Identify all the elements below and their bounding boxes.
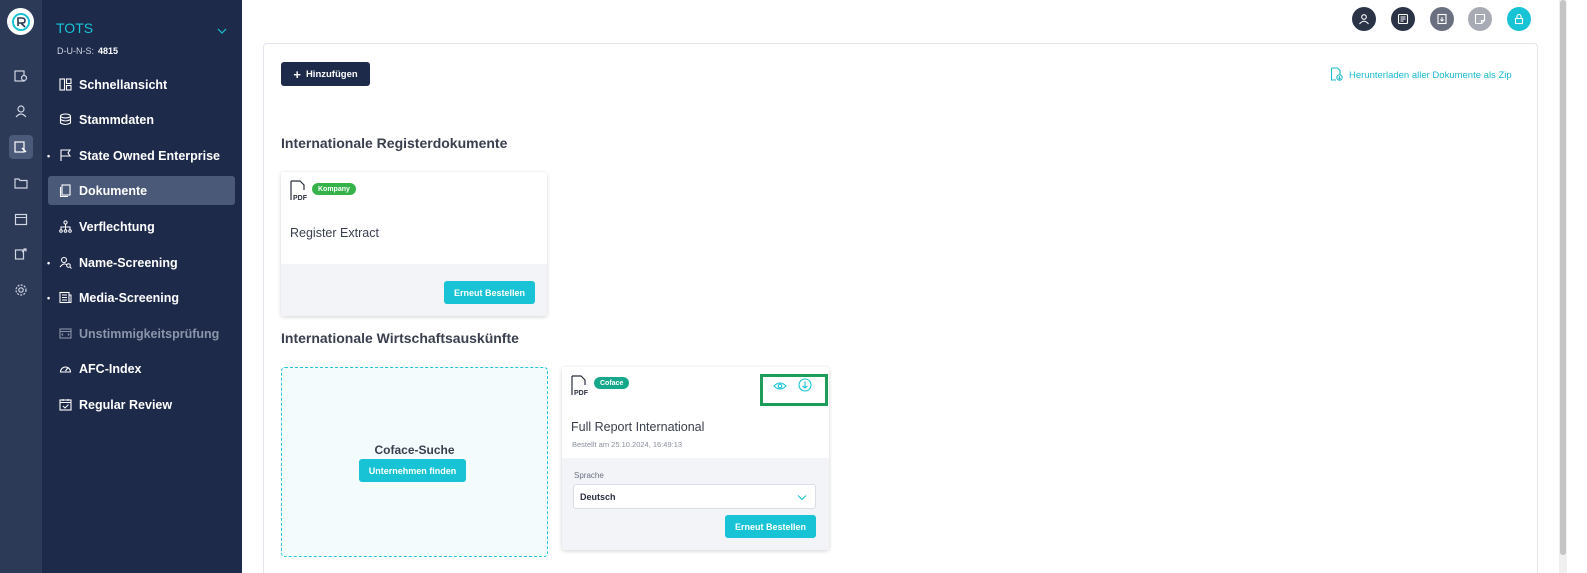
sidebar-item-label: Name-Screening bbox=[79, 255, 178, 270]
pdf-file-icon: PDF bbox=[570, 375, 590, 402]
hierarchy-icon bbox=[57, 219, 73, 235]
export-icon[interactable] bbox=[9, 242, 33, 266]
duns-number: D-U-N-S: 4815 bbox=[57, 46, 118, 56]
expand-dot-icon: • bbox=[47, 150, 51, 161]
register-extract-card: PDF Kompany Register Extract Erneut Best… bbox=[281, 172, 547, 316]
sidebar-item-state-owned-enterprise[interactable]: • State Owned Enterprise bbox=[47, 141, 235, 170]
add-document-button[interactable]: + Hinzufügen bbox=[281, 62, 370, 86]
sidebar-item-label: Unstimmigkeitsprüfung bbox=[79, 326, 220, 341]
sidebar-item-name-screening[interactable]: • Name-Screening bbox=[47, 248, 235, 277]
download-icon[interactable] bbox=[1430, 7, 1454, 31]
user-profile-icon[interactable] bbox=[1352, 7, 1376, 31]
documents-icon bbox=[57, 183, 73, 199]
sidebar-item-label: Verflechtung bbox=[79, 219, 155, 234]
expand-dot-icon: • bbox=[47, 292, 51, 303]
zip-document-icon bbox=[1330, 67, 1343, 84]
language-label: Sprache bbox=[574, 471, 604, 480]
language-select-value: Deutsch bbox=[580, 491, 616, 502]
download-zip-label: Herunterladen aller Dokumente als Zip bbox=[1349, 70, 1512, 81]
sidebar-item-label: AFC-Index bbox=[79, 361, 142, 376]
person-search-icon bbox=[57, 255, 73, 271]
page-scrollbar[interactable] bbox=[1559, 0, 1567, 573]
download-zip-link[interactable]: Herunterladen aller Dokumente als Zip bbox=[1330, 67, 1512, 84]
dashboard-icon bbox=[57, 77, 73, 93]
document-title: Register Extract bbox=[290, 226, 379, 240]
reorder-button[interactable]: Erneut Bestellen bbox=[725, 515, 816, 538]
svg-text:PDF: PDF bbox=[574, 390, 589, 397]
sidebar-item-media-screening[interactable]: • Media-Screening bbox=[47, 283, 235, 312]
sidebar-item-stammdaten[interactable]: Stammdaten bbox=[48, 105, 235, 134]
lock-icon[interactable] bbox=[1507, 7, 1531, 31]
duns-label: D-U-N-S: bbox=[57, 46, 94, 56]
reorder-button[interactable]: Erneut Bestellen bbox=[444, 281, 535, 304]
section-title-register: Internationale Registerdokumente bbox=[281, 135, 508, 151]
person-icon[interactable] bbox=[9, 99, 33, 123]
coface-search-card: Coface-Suche Unternehmen finden bbox=[281, 367, 548, 557]
highlight-box bbox=[760, 374, 828, 406]
sidebar-item-dokumente[interactable]: Dokumente bbox=[48, 176, 235, 205]
sidebar: TOTS D-U-N-S: 4815 Schnellansicht Stammda… bbox=[42, 0, 242, 573]
company-search-icon[interactable] bbox=[9, 64, 33, 88]
note-icon[interactable] bbox=[1468, 7, 1492, 31]
icon-rail bbox=[0, 0, 42, 573]
gauge-icon bbox=[57, 361, 73, 377]
duns-value: 4815 bbox=[98, 46, 119, 56]
source-badge-coface: Coface bbox=[594, 377, 630, 389]
pdf-file-icon: PDF bbox=[289, 180, 309, 207]
flag-icon bbox=[57, 148, 73, 164]
plus-icon: + bbox=[293, 66, 301, 82]
calendar-review-icon bbox=[57, 397, 73, 413]
sidebar-item-label: Dokumente bbox=[79, 183, 148, 198]
svg-text:PDF: PDF bbox=[293, 195, 308, 202]
chevron-down-icon[interactable] bbox=[217, 22, 227, 40]
sidebar-item-schnellansicht[interactable]: Schnellansicht bbox=[48, 70, 235, 99]
sidebar-item-label: Stammdaten bbox=[79, 112, 155, 127]
chevron-down-icon bbox=[797, 493, 807, 503]
card-footer: Erneut Bestellen bbox=[281, 264, 547, 316]
source-badge-kompany: Kompany bbox=[312, 183, 356, 195]
find-company-button[interactable]: Unternehmen finden bbox=[359, 459, 466, 482]
sidebar-item-label: Schnellansicht bbox=[79, 77, 168, 92]
folder-icon[interactable] bbox=[9, 171, 33, 195]
language-select[interactable]: Deutsch bbox=[573, 484, 816, 509]
coface-search-title: Coface-Suche bbox=[374, 443, 455, 457]
app-logo-icon[interactable] bbox=[7, 8, 34, 35]
sidebar-item-afc-index[interactable]: AFC-Index bbox=[48, 354, 235, 383]
sidebar-item-label: Regular Review bbox=[79, 397, 173, 412]
settings-icon[interactable] bbox=[9, 278, 33, 302]
code-window-icon bbox=[57, 326, 73, 342]
sidebar-item-label: State Owned Enterprise bbox=[79, 148, 221, 163]
database-icon bbox=[57, 112, 73, 128]
company-documents-icon[interactable] bbox=[9, 135, 33, 159]
calendar-icon[interactable] bbox=[9, 207, 33, 231]
document-title: Full Report International bbox=[571, 420, 705, 434]
scrollbar-thumb[interactable] bbox=[1560, 0, 1566, 555]
add-button-label: Hinzufügen bbox=[305, 68, 358, 80]
company-name: TOTS bbox=[56, 20, 94, 36]
report-icon[interactable] bbox=[1391, 7, 1415, 31]
sidebar-item-verflechtung[interactable]: Verflechtung bbox=[48, 212, 235, 241]
sidebar-item-regular-review[interactable]: Regular Review bbox=[48, 390, 235, 419]
ordered-timestamp: Bestellt am 25.10.2024, 16:49:13 bbox=[572, 440, 683, 449]
sidebar-item-label: Media-Screening bbox=[79, 290, 180, 305]
newspaper-icon bbox=[57, 290, 73, 306]
section-title-economic: Internationale Wirtschaftsauskünfte bbox=[281, 330, 519, 346]
expand-dot-icon: • bbox=[47, 257, 51, 268]
sidebar-item-unstimmigkeitspruefung: Unstimmigkeitsprüfung bbox=[48, 319, 235, 348]
